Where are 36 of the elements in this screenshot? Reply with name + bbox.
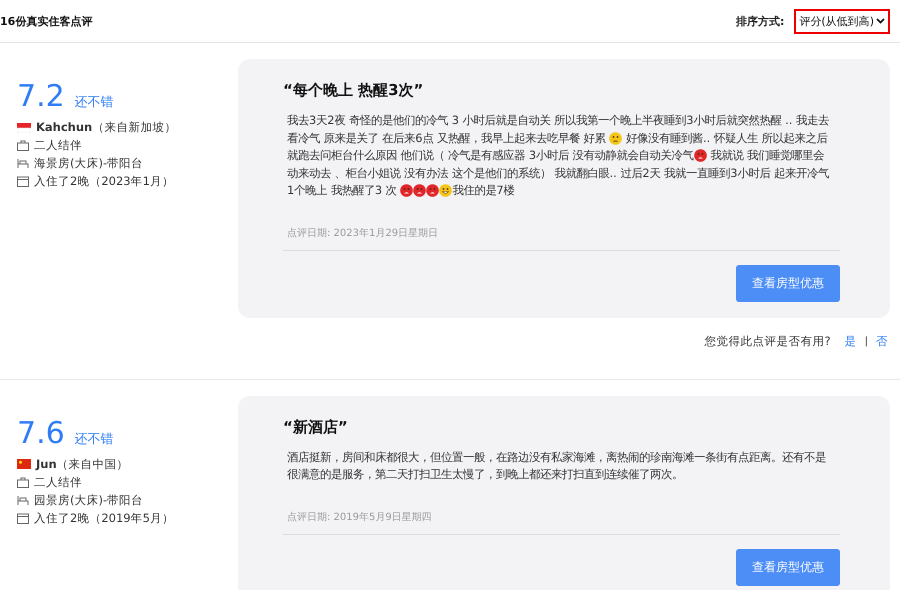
traveler-type: 二人结伴 bbox=[34, 474, 82, 490]
briefcase-icon bbox=[17, 476, 29, 488]
stay-info: 入住了2晚（2019年5月） bbox=[34, 510, 174, 526]
flag-icon bbox=[17, 459, 31, 469]
traveler-type: 二人结伴 bbox=[34, 138, 82, 153]
bed-icon bbox=[17, 494, 29, 506]
rating-word: 还不错 bbox=[74, 430, 114, 448]
review-title: “每个晚上 热醒3次” bbox=[283, 81, 424, 100]
stay-info: 入住了2晚（2023年1月） bbox=[34, 174, 174, 189]
room-type: 海景房(大床)-带阳台 bbox=[34, 156, 144, 171]
review-score: 7.2 bbox=[17, 79, 65, 114]
reviewer-name: Kahchun（来自新加坡） bbox=[36, 120, 176, 135]
flag-icon bbox=[17, 122, 31, 132]
yes-link[interactable]: 是 bbox=[844, 334, 857, 348]
sort-label: 排序方式: bbox=[736, 14, 784, 28]
caret-icon bbox=[876, 18, 885, 24]
rating-word: 还不错 bbox=[74, 94, 114, 111]
review-date: 点评日期: 2023年1月29日星期日 bbox=[283, 226, 840, 250]
review-date: 点评日期: 2019年5月9日星期四 bbox=[283, 510, 840, 534]
review-score: 7.6 bbox=[17, 416, 65, 450]
sort-dropdown[interactable]: 评分(从低到高) bbox=[794, 8, 890, 34]
briefcase-icon bbox=[17, 140, 29, 151]
separator: | bbox=[864, 336, 868, 346]
view-room-deals-button[interactable]: 查看房型优惠 bbox=[736, 264, 840, 302]
bed-icon bbox=[17, 158, 29, 169]
calendar-icon bbox=[17, 512, 29, 524]
view-room-deals-button[interactable]: 查看房型优惠 bbox=[736, 548, 840, 586]
reviewer-name: Jun（来自中国） bbox=[36, 456, 129, 472]
helpful-question: 您觉得此点评是否有用? bbox=[704, 334, 831, 348]
calendar-icon bbox=[17, 176, 29, 187]
review-title: “新酒店” bbox=[283, 418, 349, 436]
room-type: 园景房(大床)-带阳台 bbox=[34, 492, 144, 508]
no-link[interactable]: 否 bbox=[876, 334, 888, 348]
review-text: 我去3天2夜 奇怪的是他们的冷气 3 小时后就是自动关 所以我第一个晚上半夜睡到3小时后就突然热醒 .. 我走去看冷气 原来是关了 在后来6点 又热醒，我早上起来去吃早餐 好累 好像没有睡到酱.. 怀疑人生 所以起来之后就跑去问柜台什么原因 他们说（ 冷气是有感应器 3小时后 没有动静就会自动关冷气 我就说 我们睡觉哪里会动来动去 、柜台小姐说 没有办法 这个是他们的系统） 我就翻白眼.. 过后2天 我就一直睡到3小时后 起来开冷气 1个晚上 我热醒了3 次 我住的是7楼 bbox=[286, 112, 830, 199]
reviews-count-title: 16份真实住客点评 bbox=[0, 14, 92, 28]
review-text: 酒店挺新，房间和床都很大，但位置一般，在路边没有私家海滩，离热闹的珍南海滩一条街有点距离。还有不是很满意的是服务，第二天打扫卫生太慢了，到晚上都还来打扫直到连续催了两次。 bbox=[286, 448, 827, 483]
